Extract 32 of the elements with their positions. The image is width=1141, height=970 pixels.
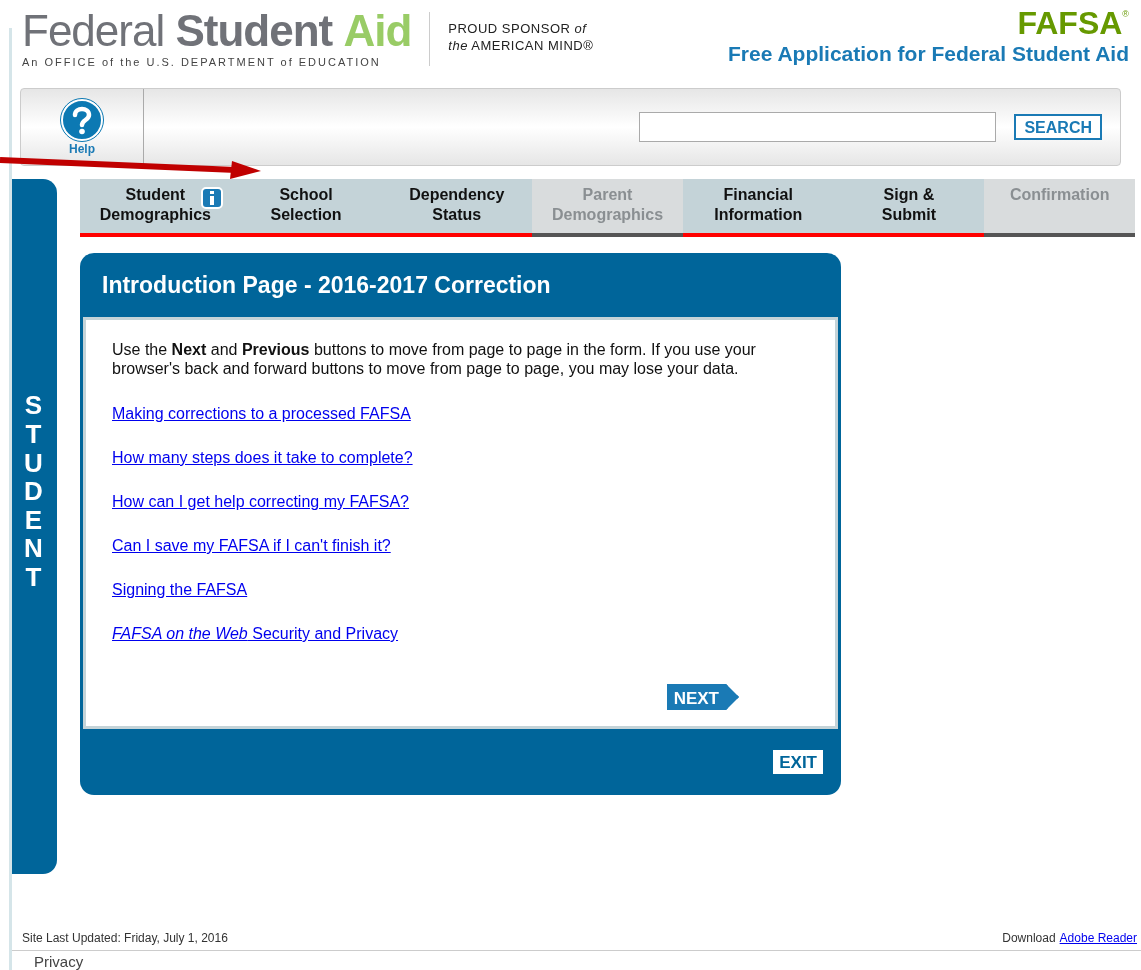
next-button[interactable]: NEXT xyxy=(666,684,739,710)
help-link[interactable]: Making corrections to a processed FAFSA xyxy=(112,402,411,426)
registered-mark: ® xyxy=(1122,8,1129,19)
sponsor-text: the AMERICAN MIND® xyxy=(448,37,594,54)
help-button[interactable]: Help xyxy=(60,98,104,156)
help-link[interactable]: Can I save my FAFSA if I can't finish it? xyxy=(112,534,391,558)
help-link[interactable]: How can I get help correcting my FAFSA? xyxy=(112,490,409,514)
step-tab[interactable]: Student Demographics xyxy=(80,179,231,237)
download-text: Download xyxy=(1002,929,1056,947)
fafsa-title: Free Application for Federal Student Aid xyxy=(728,41,1129,67)
sponsor-text: PROUD SPONSOR of xyxy=(448,20,588,37)
privacy-link[interactable]: Privacy xyxy=(34,953,84,970)
step-tab[interactable]: Sign & Submit xyxy=(833,179,985,237)
intro-text: Use the Next and Previous buttons to move from page to page in the form. If you use your browser's back and forward buttons to move from page to page, you may lose your data. xyxy=(112,340,757,378)
help-link[interactable]: FAFSA on the Web Security and Privacy xyxy=(112,622,399,646)
side-label: STUDENT xyxy=(23,391,44,592)
help-link[interactable]: Signing the FAFSA xyxy=(112,578,248,602)
search-button[interactable]: SEARCH xyxy=(1014,114,1102,140)
logo-tagline: An OFFICE of the U.S. DEPARTMENT of EDUCATION xyxy=(22,55,382,70)
search-field[interactable] xyxy=(639,112,997,142)
step-tab[interactable]: Dependency Status xyxy=(381,179,533,237)
step-tab[interactable]: Financial Information xyxy=(682,179,834,237)
logo-wordmark: Federal Student Aid xyxy=(22,8,412,54)
last-updated-text: Site Last Updated: Friday, July 1, 2016 xyxy=(22,929,228,947)
info-icon[interactable] xyxy=(200,187,223,209)
help-icon xyxy=(60,98,104,142)
step-tab[interactable]: School Selection xyxy=(230,179,382,237)
fafsa-logo: FAFSA xyxy=(1017,8,1123,38)
panel-title: Introduction Page - 2016-2017 Correction xyxy=(102,270,551,300)
help-link[interactable]: How many steps does it take to complete? xyxy=(112,446,413,470)
adobe-reader-link[interactable]: Adobe Reader xyxy=(1059,928,1137,947)
exit-button[interactable]: EXIT xyxy=(773,750,823,774)
